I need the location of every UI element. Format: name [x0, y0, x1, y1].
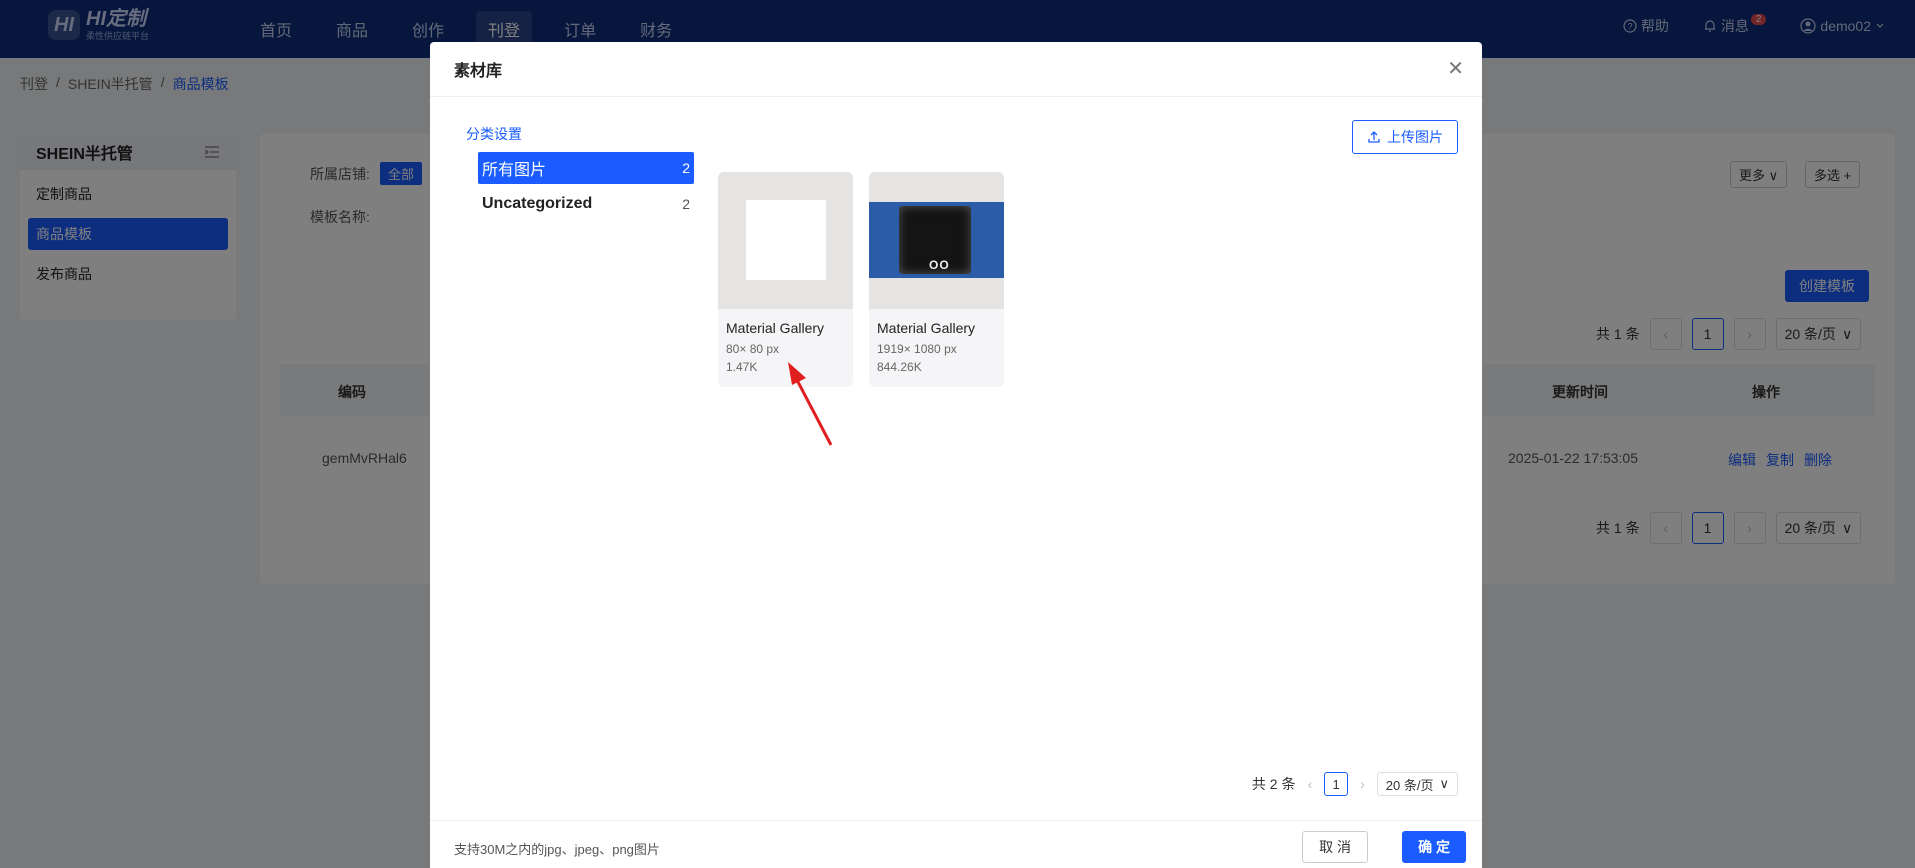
category-uncategorized[interactable]: Uncategorized 2 — [478, 188, 694, 220]
upload-hint: 支持30M之内的jpg、jpeg、png图片 — [454, 842, 660, 857]
image-thumbnail[interactable]: OO — [869, 172, 1004, 309]
modal-title: 素材库 — [454, 63, 503, 80]
image-file-size: 1.47K — [726, 360, 758, 374]
category-name: 所有图片 — [482, 162, 547, 179]
image-card[interactable]: OO Material Gallery 1919× 1080 px 844.26… — [869, 172, 1004, 387]
product-photo: OO — [869, 202, 1004, 278]
close-icon[interactable]: ✕ — [1447, 59, 1464, 79]
confirm-button[interactable]: 确 定 — [1402, 831, 1466, 863]
upload-image-button[interactable]: 上传图片 — [1352, 120, 1458, 154]
page-number[interactable]: 1 — [1324, 772, 1349, 796]
upload-icon — [1368, 131, 1380, 143]
page-size-label: 20 条/页 — [1385, 777, 1434, 793]
total-count: 共 2 条 — [1251, 776, 1296, 792]
image-thumbnail[interactable] — [718, 172, 853, 309]
modal-pagination: 共 2 条 ‹ 1 › 20 条/页 ∨ — [1252, 772, 1458, 796]
image-name: Material Gallery — [726, 320, 825, 336]
category-all-images[interactable]: 所有图片 2 — [478, 152, 694, 184]
upload-label: 上传图片 — [1387, 129, 1443, 145]
image-gallery: Material Gallery 80× 80 px 1.47K OO Mate… — [718, 172, 1004, 387]
page-size-select[interactable]: 20 条/页 ∨ — [1376, 772, 1458, 796]
white-square-image — [746, 200, 826, 280]
category-count: 2 — [682, 160, 690, 176]
image-name: Material Gallery — [877, 320, 976, 336]
category-count: 2 — [682, 196, 690, 212]
modal-footer: 支持30M之内的jpg、jpeg、png图片 取 消 确 定 — [430, 820, 1482, 868]
image-dimensions: 80× 80 px — [726, 342, 780, 356]
cancel-button[interactable]: 取 消 — [1302, 831, 1368, 863]
category-list: 所有图片 2 Uncategorized 2 — [478, 152, 694, 224]
category-setting-link[interactable]: 分类设置 — [466, 124, 522, 144]
prev-page-button[interactable]: ‹ — [1307, 776, 1312, 792]
black-garment-bag: OO — [899, 206, 971, 274]
category-name: Uncategorized — [482, 195, 593, 212]
garment-print: OO — [929, 258, 950, 272]
image-file-size: 844.26K — [877, 360, 922, 374]
next-page-button[interactable]: › — [1360, 776, 1365, 792]
image-card[interactable]: Material Gallery 80× 80 px 1.47K — [718, 172, 853, 387]
image-dimensions: 1919× 1080 px — [877, 342, 957, 356]
modal-header: 素材库 ✕ — [430, 42, 1482, 97]
material-library-modal: 素材库 ✕ 分类设置 所有图片 2 Uncategorized 2 上传图片 M… — [430, 42, 1482, 868]
